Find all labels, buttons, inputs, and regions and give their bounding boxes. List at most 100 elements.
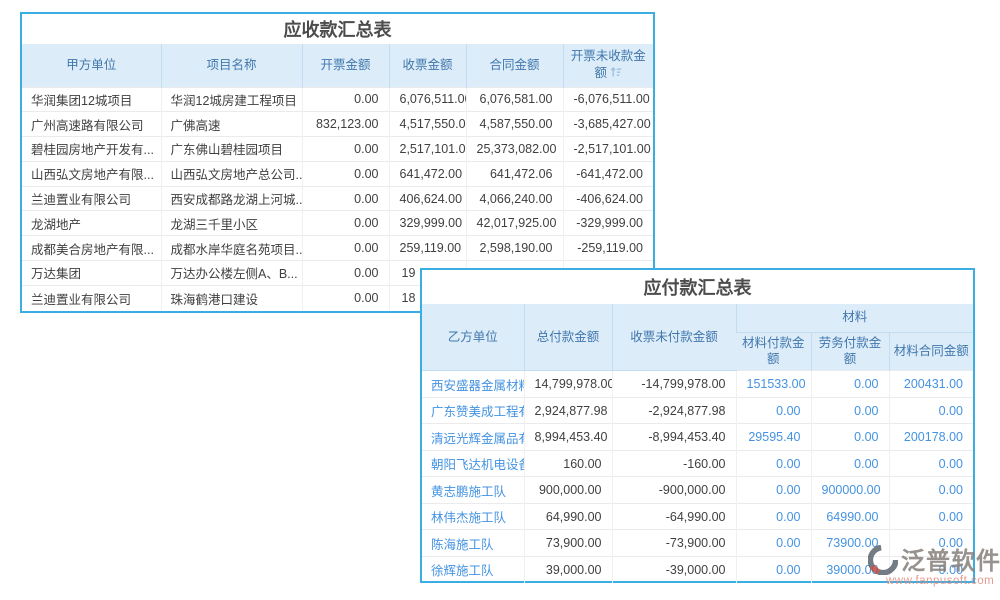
table-cell: -329,999.00: [563, 211, 653, 236]
table-cell: 160.00: [524, 450, 612, 477]
column-header-invoiced-unpaid-amount[interactable]: 开票未收款金额: [563, 44, 653, 87]
table-cell: 832,123.00: [302, 112, 389, 137]
table-cell[interactable]: 0.00: [736, 477, 811, 504]
column-header-labor-payment[interactable]: 劳务付款金额: [811, 332, 889, 371]
table-cell[interactable]: 朝阳飞达机电设备有: [422, 450, 524, 477]
table-cell: 2,924,877.98: [524, 397, 612, 424]
table-cell: 0.00: [302, 137, 389, 162]
table-cell[interactable]: 0.00: [811, 397, 889, 424]
column-header-project-name[interactable]: 项目名称: [161, 44, 302, 87]
table-cell[interactable]: 清远光辉金属品有限: [422, 424, 524, 451]
table-cell: -900,000.00: [612, 477, 736, 504]
table-cell[interactable]: 0.00: [889, 397, 973, 424]
table-cell: -406,624.00: [563, 186, 653, 211]
table-cell[interactable]: 0.00: [811, 450, 889, 477]
table-row: 清远光辉金属品有限8,994,453.40-8,994,453.4029595.…: [422, 424, 973, 451]
table-row: 兰迪置业有限公司西安成都路龙湖上河城...0.00406,624.004,066…: [22, 186, 653, 211]
table-cell[interactable]: 0.00: [889, 530, 973, 557]
table-cell[interactable]: 200178.00: [889, 424, 973, 451]
table-row: 林伟杰施工队64,990.00-64,990.000.0064990.000.0…: [422, 503, 973, 530]
table-cell[interactable]: 徐辉施工队: [422, 556, 524, 583]
table-cell: 4,587,550.00: [466, 112, 563, 137]
table-cell: -2,517,101.00: [563, 137, 653, 162]
table-cell[interactable]: 73900.00: [811, 530, 889, 557]
payables-table: 乙方单位 总付款金额 收票未付款金额 材料 材料付款金额 劳务付款金额 材料合同…: [422, 304, 973, 583]
table-cell: 8,994,453.40: [524, 424, 612, 451]
table-cell[interactable]: 0.00: [889, 477, 973, 504]
column-header-total-payment[interactable]: 总付款金额: [524, 304, 612, 371]
column-group-header-material: 材料: [736, 304, 973, 332]
table-cell[interactable]: 0.00: [889, 503, 973, 530]
column-header-material-payment[interactable]: 材料付款金额: [736, 332, 811, 371]
table-cell[interactable]: 陈海施工队: [422, 530, 524, 557]
table-cell: 0.00: [302, 161, 389, 186]
column-header-material-contract[interactable]: 材料合同金额: [889, 332, 973, 371]
table-cell[interactable]: 0.00: [811, 424, 889, 451]
table-cell[interactable]: 39000.00: [811, 556, 889, 583]
column-header-party-a[interactable]: 甲方单位: [22, 44, 161, 87]
table-cell[interactable]: 0.00: [889, 450, 973, 477]
table-cell[interactable]: 900000.00: [811, 477, 889, 504]
column-header-receipt-amount[interactable]: 收票金额: [389, 44, 466, 87]
table-cell: 广东佛山碧桂园项目: [161, 137, 302, 162]
table-row: 成都美合房地产有限...成都水岸华庭名苑项目...0.00259,119.002…: [22, 236, 653, 261]
column-header-party-b[interactable]: 乙方单位: [422, 304, 524, 371]
page-canvas: 应收款汇总表 甲方单位 项目名称 开票金额 收票金额 合同金额 开票未收款金额 …: [0, 0, 1000, 600]
table-cell[interactable]: 200431.00: [889, 371, 973, 398]
table-cell: 14,799,978.00: [524, 371, 612, 398]
table-cell: 万达集团: [22, 261, 161, 286]
table-cell: 2,517,101.00: [389, 137, 466, 162]
table-row: 广东赞美成工程有限2,924,877.98-2,924,877.980.000.…: [422, 397, 973, 424]
table-cell: 成都水岸华庭名苑项目...: [161, 236, 302, 261]
table-cell: 0.00: [302, 186, 389, 211]
table-cell[interactable]: 广东赞美成工程有限: [422, 397, 524, 424]
table-cell: -2,924,877.98: [612, 397, 736, 424]
table-cell[interactable]: 0.00: [811, 371, 889, 398]
table-cell: 0.00: [302, 87, 389, 112]
column-header-contract-amount[interactable]: 合同金额: [466, 44, 563, 87]
table-cell[interactable]: 29595.40: [736, 424, 811, 451]
table-cell: 山西弘文房地产有限...: [22, 161, 161, 186]
table-cell: 兰迪置业有限公司: [22, 285, 161, 310]
column-header-invoiced-amount[interactable]: 开票金额: [302, 44, 389, 87]
payables-table-title: 应付款汇总表: [422, 270, 973, 304]
table-cell: -73,900.00: [612, 530, 736, 557]
column-header-invoice-received-unpaid[interactable]: 收票未付款金额: [612, 304, 736, 371]
table-cell: 329,999.00: [389, 211, 466, 236]
table-cell: 广佛高速: [161, 112, 302, 137]
table-cell[interactable]: 林伟杰施工队: [422, 503, 524, 530]
table-cell: 900,000.00: [524, 477, 612, 504]
table-cell: 0.00: [302, 236, 389, 261]
payables-table-panel: 应付款汇总表 乙方单位 总付款金额 收票未付款金额 材料 材料付款金额 劳务付款…: [420, 268, 975, 583]
table-cell: 龙湖地产: [22, 211, 161, 236]
table-cell: -641,472.00: [563, 161, 653, 186]
table-cell: -3,685,427.00: [563, 112, 653, 137]
table-cell: -39,000.00: [612, 556, 736, 583]
table-cell[interactable]: 0.00: [736, 397, 811, 424]
table-row: 西安盛器金属材料有14,799,978.00-14,799,978.001515…: [422, 371, 973, 398]
table-cell: 406,624.00: [389, 186, 466, 211]
table-cell: 259,119.00: [389, 236, 466, 261]
sort-ascending-icon[interactable]: [610, 66, 622, 83]
table-cell[interactable]: 0.00: [736, 530, 811, 557]
table-row: 陈海施工队73,900.00-73,900.000.0073900.000.00: [422, 530, 973, 557]
table-row: 龙湖地产龙湖三千里小区0.00329,999.0042,017,925.00-3…: [22, 211, 653, 236]
table-cell: 珠海鹤港口建设: [161, 285, 302, 310]
table-cell: 42,017,925.00: [466, 211, 563, 236]
table-cell: 0.00: [302, 211, 389, 236]
table-cell: 73,900.00: [524, 530, 612, 557]
table-cell: 641,472.06: [466, 161, 563, 186]
table-row: 广州高速路有限公司广佛高速832,123.004,517,550.004,587…: [22, 112, 653, 137]
table-cell: 兰迪置业有限公司: [22, 186, 161, 211]
table-cell[interactable]: 黄志鹏施工队: [422, 477, 524, 504]
table-cell: 25,373,082.00: [466, 137, 563, 162]
table-cell[interactable]: 64990.00: [811, 503, 889, 530]
table-cell[interactable]: 0.00: [736, 450, 811, 477]
table-cell[interactable]: 151533.00: [736, 371, 811, 398]
table-cell[interactable]: 0.00: [889, 556, 973, 583]
table-cell[interactable]: 0.00: [736, 503, 811, 530]
table-cell: -14,799,978.00: [612, 371, 736, 398]
table-cell[interactable]: 0.00: [736, 556, 811, 583]
table-cell: 0.00: [302, 261, 389, 286]
table-cell[interactable]: 西安盛器金属材料有: [422, 371, 524, 398]
